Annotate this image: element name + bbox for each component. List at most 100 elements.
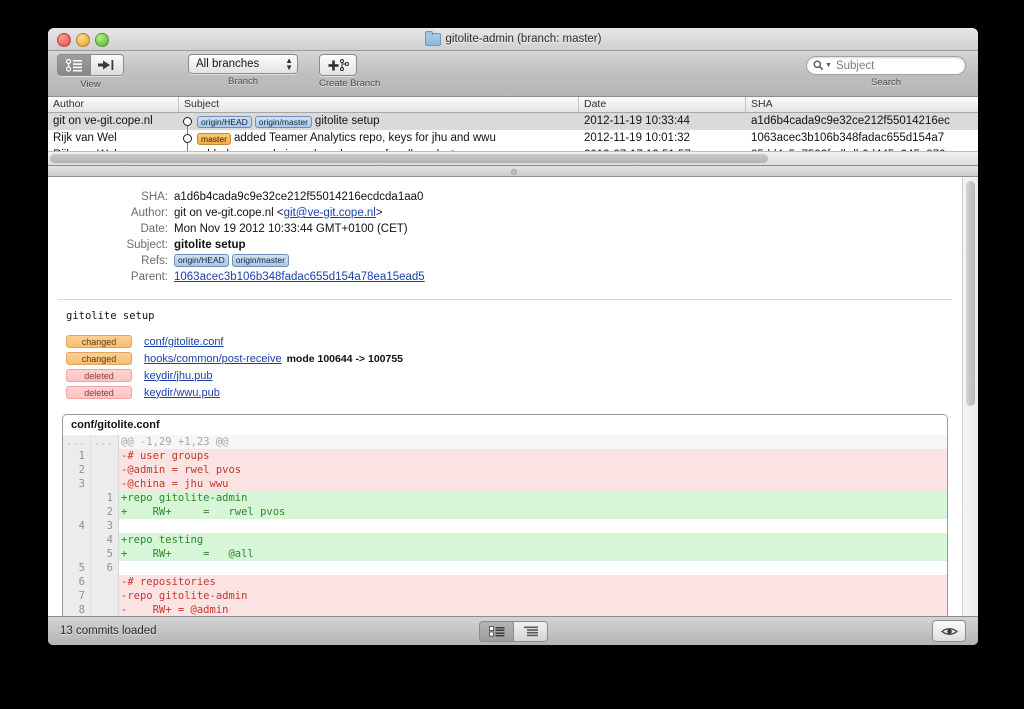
changed-file-row[interactable]: changed hooks/common/post-receive mode 100… <box>66 351 962 366</box>
eye-icon[interactable] <box>932 620 966 642</box>
arrow-to-line-icon[interactable] <box>91 55 123 75</box>
diff-line: 3 -@china = jhu wwu <box>63 477 947 491</box>
cell-author: git on ve-git.cope.nl <box>53 115 153 127</box>
diff-line-number-old: ... <box>63 435 91 449</box>
status-bar: 13 commits loaded <box>48 616 978 645</box>
file-path-link[interactable]: conf/gitolite.conf <box>144 336 224 348</box>
splitter-grip[interactable] <box>511 169 517 175</box>
commit-list-horizontal-scrollbar[interactable] <box>48 151 978 165</box>
diff-line-text: -repo gitolite-admin <box>119 589 947 603</box>
diff-line-number-old <box>63 505 91 519</box>
diff-line: 1 +repo gitolite-admin <box>63 491 947 505</box>
changed-file-row[interactable]: deleted keydir/wwu.pub <box>66 385 962 400</box>
field-value-refs: origin/HEAD origin/master <box>174 253 962 269</box>
create-branch-toolbar-group: Create Branch <box>319 54 380 89</box>
diff-line-text: - RW+ = @admin <box>119 603 947 616</box>
layout-toggle-segmented-control[interactable] <box>479 620 548 642</box>
file-path-link[interactable]: hooks/common/post-receive <box>144 353 282 365</box>
table-row[interactable]: Rijk van Wel master added Teamer Analytics… <box>48 130 978 147</box>
search-input[interactable]: Subject <box>836 60 874 72</box>
diff-line-number-old: 5 <box>63 561 91 575</box>
field-value-author: git on ve-git.cope.nl <git@ve-git.cope.n… <box>174 205 962 221</box>
parent-sha-link[interactable]: 1063acec3b106b348fadac655d154a78ea15ead5 <box>174 271 425 283</box>
ref-badge: origin/HEAD <box>174 254 229 267</box>
column-header-subject[interactable]: Subject <box>179 97 579 112</box>
cell-sha: 1063acec3b106b348fadac655d154a7 <box>751 132 945 144</box>
diff-line: 2 -@admin = rwel pvos <box>63 463 947 477</box>
diff-line: 1 -# user groups <box>63 449 947 463</box>
diff-line-number-new: 6 <box>91 561 119 575</box>
search-field-wrapper[interactable]: ▼ Subject <box>806 56 966 75</box>
column-header-sha[interactable]: SHA <box>746 97 978 112</box>
diff-line-number-old: 3 <box>63 477 91 491</box>
commit-list-header: Author Subject Date SHA <box>48 97 978 113</box>
diff-line: 4 +repo testing <box>63 533 947 547</box>
table-row[interactable]: git on ve-git.cope.nl origin/HEAD origin/m… <box>48 113 978 130</box>
diff-viewer: conf/gitolite.conf ...... @@ -1,29 +1,23 … <box>62 414 948 616</box>
chevron-down-icon[interactable]: ▼ <box>825 62 832 69</box>
changed-file-row[interactable]: deleted keydir/jhu.pub <box>66 368 962 383</box>
list-detail-icon[interactable] <box>480 621 514 641</box>
field-value-subject: gitolite setup <box>174 239 246 251</box>
detail-vertical-scrollbar[interactable] <box>962 177 978 616</box>
diff-line-text: -@china = jhu wwu <box>119 477 947 491</box>
diff-line-number-new: ... <box>91 435 119 449</box>
title-bar: gitolite-admin (branch: master) <box>48 28 978 51</box>
author-email-link[interactable]: git@ve-git.cope.nl <box>284 207 376 219</box>
field-value-date: Mon Nov 19 2012 10:33:44 GMT+0100 (CET) <box>174 223 408 235</box>
view-mode-segmented-control[interactable] <box>57 54 124 76</box>
field-author: Author: git on ve-git.cope.nl <git@ve-gi… <box>48 205 962 221</box>
create-branch-button[interactable] <box>319 54 357 76</box>
changed-files-list: changed conf/gitolite.conf changed hooks/co… <box>48 326 962 412</box>
file-status-badge: changed <box>66 335 132 348</box>
ref-badge: master <box>197 132 231 145</box>
application-window: gitolite-admin (branch: master) View All… <box>48 28 978 645</box>
search-caption: Search <box>870 77 902 88</box>
scrollbar-thumb[interactable] <box>50 154 768 163</box>
subject-text: gitolite setup <box>314 115 380 127</box>
commit-graph-icon[interactable] <box>58 55 91 75</box>
diff-line: 2 + RW+ = rwel pvos <box>63 505 947 519</box>
file-path-link[interactable]: keydir/wwu.pub <box>144 387 220 399</box>
scrollbar-thumb[interactable] <box>966 181 975 406</box>
diff-line-number-old <box>63 491 91 505</box>
field-subject: Subject: gitolite setup <box>48 237 962 253</box>
diff-line-number-old: 4 <box>63 519 91 533</box>
ref-badge: origin/HEAD <box>197 115 252 128</box>
field-date: Date: Mon Nov 19 2012 10:33:44 GMT+0100 … <box>48 221 962 237</box>
diff-line-number-new: 4 <box>91 533 119 547</box>
diff-line-number-new: 2 <box>91 505 119 519</box>
file-status-badge: deleted <box>66 369 132 382</box>
field-label-sha: SHA: <box>141 191 168 203</box>
diff-line-number-new <box>91 463 119 477</box>
search-toolbar-group: ▼ Subject Search <box>806 56 966 88</box>
create-branch-caption: Create Branch <box>319 78 381 89</box>
column-header-date[interactable]: Date <box>579 97 746 112</box>
file-mode-change: mode 100644 -> 100755 <box>286 352 404 365</box>
diff-line-number-old: 2 <box>63 463 91 477</box>
file-path-link[interactable]: keydir/jhu.pub <box>144 370 213 382</box>
diff-line: 7 -repo gitolite-admin <box>63 589 947 603</box>
branch-caption: Branch <box>227 76 259 87</box>
ref-badge: origin/master <box>231 254 289 267</box>
diff-line: 56 <box>63 561 947 575</box>
diff-line-number-old: 7 <box>63 589 91 603</box>
diff-line-number-old <box>63 547 91 561</box>
field-parent: Parent: 1063acec3b106b348fadac655d154a78… <box>48 269 962 285</box>
commit-detail-body: SHA: a1d6b4cada9c9e32ce212f55014216ecdcd… <box>48 177 962 616</box>
field-label-refs: Refs: <box>141 255 168 267</box>
diff-line-number-new: 5 <box>91 547 119 561</box>
changed-file-row[interactable]: changed conf/gitolite.conf <box>66 334 962 349</box>
list-stacked-icon[interactable] <box>514 621 547 641</box>
view-toolbar-group: View <box>57 54 124 90</box>
commit-fields: SHA: a1d6b4cada9c9e32ce212f55014216ecdcd… <box>48 177 962 293</box>
chevron-updown-icon: ▲ ▼ <box>285 56 293 72</box>
pane-splitter[interactable] <box>48 166 978 177</box>
window-title-group: gitolite-admin (branch: master) <box>48 28 978 50</box>
branch-select[interactable]: All branches ▲ ▼ <box>188 54 298 74</box>
diff-line-number-new <box>91 477 119 491</box>
cell-sha: a1d6b4cada9c9e32ce212f55014216ec <box>751 115 950 127</box>
field-label-subject: Subject: <box>126 239 168 251</box>
column-header-author[interactable]: Author <box>48 97 179 112</box>
diff-line-text: + RW+ = rwel pvos <box>119 505 947 519</box>
